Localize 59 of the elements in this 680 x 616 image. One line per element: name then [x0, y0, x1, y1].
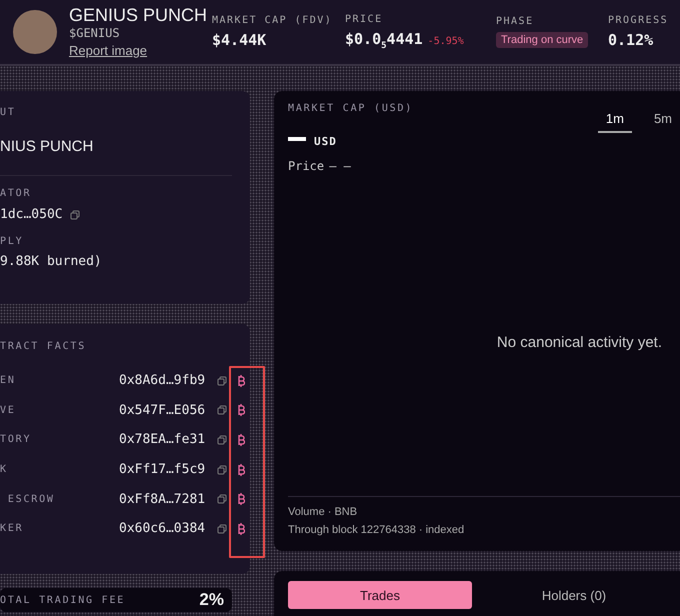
- chart-title: MARKET CAP (USD): [288, 103, 414, 116]
- legend-swatch: [288, 136, 306, 140]
- contract-label: ESCROW: [6, 494, 56, 505]
- supply-value: 9.88K burned): [0, 254, 103, 269]
- phase-badge: Trading on curve: [496, 32, 588, 48]
- section-heading: TRACT FACTS: [0, 341, 88, 352]
- contract-label: K: [0, 464, 9, 476]
- copy-icon[interactable]: [217, 376, 227, 386]
- legend-label: USD: [314, 135, 337, 148]
- contract-label: KER: [0, 523, 24, 534]
- explorer-link-icon[interactable]: [237, 464, 245, 476]
- price-readout: — —: [329, 159, 351, 173]
- explorer-link-icon[interactable]: [237, 434, 245, 446]
- contract-address: 0x547F…E056: [119, 402, 206, 418]
- token-name: GENIUS PUNCH: [69, 5, 208, 26]
- panel-tab[interactable]: Trades: [288, 581, 472, 609]
- contract-address: 0xFf8A…7281: [119, 492, 206, 507]
- stat-value: 0.12%: [608, 31, 654, 49]
- price-label: Price: [288, 159, 324, 173]
- copy-icon[interactable]: [217, 405, 227, 416]
- fee-label: OTAL TRADING FEE: [0, 594, 126, 606]
- creator-address: 1dc…050C: [0, 207, 63, 222]
- interval-tab[interactable]: 5m: [646, 109, 680, 133]
- panel-tab[interactable]: Holders (0): [482, 581, 666, 609]
- copy-icon[interactable]: [217, 434, 227, 445]
- interval-tab[interactable]: 1m: [598, 109, 632, 133]
- stat-label: PHASE: [496, 16, 535, 27]
- volume-label: Volume · BNB: [288, 506, 358, 518]
- field-label: PLY: [0, 236, 24, 247]
- contract-address: 0x78EA…fe31: [119, 432, 206, 448]
- block-status: Through block 122764338 · indexed: [288, 524, 466, 536]
- stat-label: MARKET CAP (FDV): [212, 15, 334, 26]
- section-heading: UT: [0, 107, 17, 118]
- field-label: ATOR: [0, 188, 32, 199]
- explorer-link-icon[interactable]: [237, 374, 245, 387]
- price-change: -5.95%: [428, 36, 464, 46]
- price-value: $0.0$_{5}$4441: [345, 30, 423, 50]
- fee-value: 2%: [199, 590, 224, 610]
- explorer-link-icon[interactable]: [237, 522, 245, 535]
- stat-label: PRICE: [345, 14, 384, 24]
- copy-icon[interactable]: [217, 524, 227, 534]
- token-ticker: $GENIUS: [69, 26, 121, 40]
- copy-icon[interactable]: [217, 494, 227, 504]
- contract-label: VE: [0, 404, 17, 416]
- copy-icon[interactable]: [217, 464, 227, 475]
- report-image-link[interactable]: Report image: [69, 43, 148, 58]
- contract-label: EN: [0, 375, 17, 386]
- token-name: NIUS PUNCH: [0, 138, 94, 155]
- explorer-link-icon[interactable]: [237, 404, 245, 416]
- contract-address: 0x8A6d…9fb9: [119, 373, 206, 388]
- contract-address: 0x60c6…0384: [119, 521, 206, 536]
- contract-address: 0xFf17…f5c9: [119, 462, 206, 478]
- copy-icon[interactable]: [70, 210, 80, 220]
- stat-value: $4.44K: [212, 31, 266, 49]
- empty-message: No canonical activity yet.: [496, 334, 662, 351]
- stat-label: PROGRESS: [608, 15, 670, 26]
- token-avatar: [13, 10, 57, 54]
- contract-label: TORY: [0, 434, 32, 446]
- explorer-link-icon[interactable]: [237, 493, 245, 506]
